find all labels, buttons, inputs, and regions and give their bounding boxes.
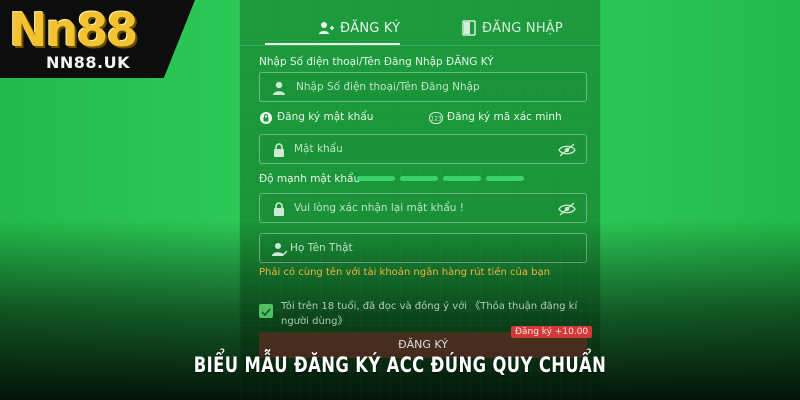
confirm-password-input[interactable]: Vui lòng xác nhận lại mật khẩu ! xyxy=(259,193,587,223)
lock-badge-icon xyxy=(260,112,272,124)
strength-segment xyxy=(357,176,395,181)
code-123-icon: 123 xyxy=(429,112,443,124)
real-name-input[interactable]: Họ Tên Thật xyxy=(259,233,587,263)
phone-label: Nhập Số điện thoại/Tên Đăng Nhập ĐĂNG KÝ xyxy=(259,56,494,68)
logo-domain: NN88.UK xyxy=(46,53,131,72)
password-placeholder: Mật khẩu xyxy=(294,143,343,155)
real-name-hint: Phải có cùng tên với tài khoản ngân hàng… xyxy=(259,267,550,278)
lock-icon xyxy=(274,202,284,216)
bonus-badge: Đăng ký +10.00 xyxy=(511,326,593,338)
eye-hidden-icon[interactable] xyxy=(558,202,576,216)
user-plus-icon xyxy=(319,22,334,34)
tab-login[interactable]: ĐĂNG NHẬP xyxy=(462,17,563,39)
phone-placeholder: Nhập Số điện thoại/Tên Đăng Nhập xyxy=(296,81,480,93)
user-check-icon xyxy=(272,243,287,256)
login-door-icon xyxy=(462,20,476,36)
lock-icon xyxy=(274,143,284,157)
strength-label: Độ mạnh mật khẩu xyxy=(259,173,361,185)
image-caption: BIỂU MẪU ĐĂNG KÝ ACC ĐÚNG QUY CHUẨN xyxy=(193,353,607,377)
phone-input[interactable]: Nhập Số điện thoại/Tên Đăng Nhập xyxy=(259,72,587,102)
user-icon xyxy=(273,81,285,95)
tab-divider xyxy=(240,45,600,46)
strength-segment xyxy=(443,176,481,181)
svg-text:123: 123 xyxy=(430,116,442,123)
tab-register[interactable]: ĐĂNG KÝ xyxy=(318,17,400,39)
tab-register-label: ĐĂNG KÝ xyxy=(340,20,401,36)
password-input[interactable]: Mật khẩu xyxy=(259,134,587,164)
check-icon xyxy=(261,308,271,317)
strength-segment xyxy=(400,176,438,181)
active-tab-indicator xyxy=(265,43,400,45)
eye-hidden-icon[interactable] xyxy=(558,143,576,157)
option-register-code[interactable]: Đăng ký mã xác minh xyxy=(447,111,562,123)
option-register-password[interactable]: Đăng ký mật khẩu xyxy=(277,111,373,123)
agree-text[interactable]: Tôi trên 18 tuổi, đã đọc và đồng ý với 《… xyxy=(281,299,581,329)
real-name-placeholder: Họ Tên Thật xyxy=(290,242,353,254)
strength-segment xyxy=(486,176,524,181)
agree-checkbox[interactable] xyxy=(259,304,273,318)
logo-text: Nn88 xyxy=(9,3,138,57)
brand-logo: Nn88 NN88.UK xyxy=(0,0,195,78)
confirm-password-placeholder: Vui lòng xác nhận lại mật khẩu ! xyxy=(294,202,464,214)
tab-login-label: ĐĂNG NHẬP xyxy=(482,20,563,36)
